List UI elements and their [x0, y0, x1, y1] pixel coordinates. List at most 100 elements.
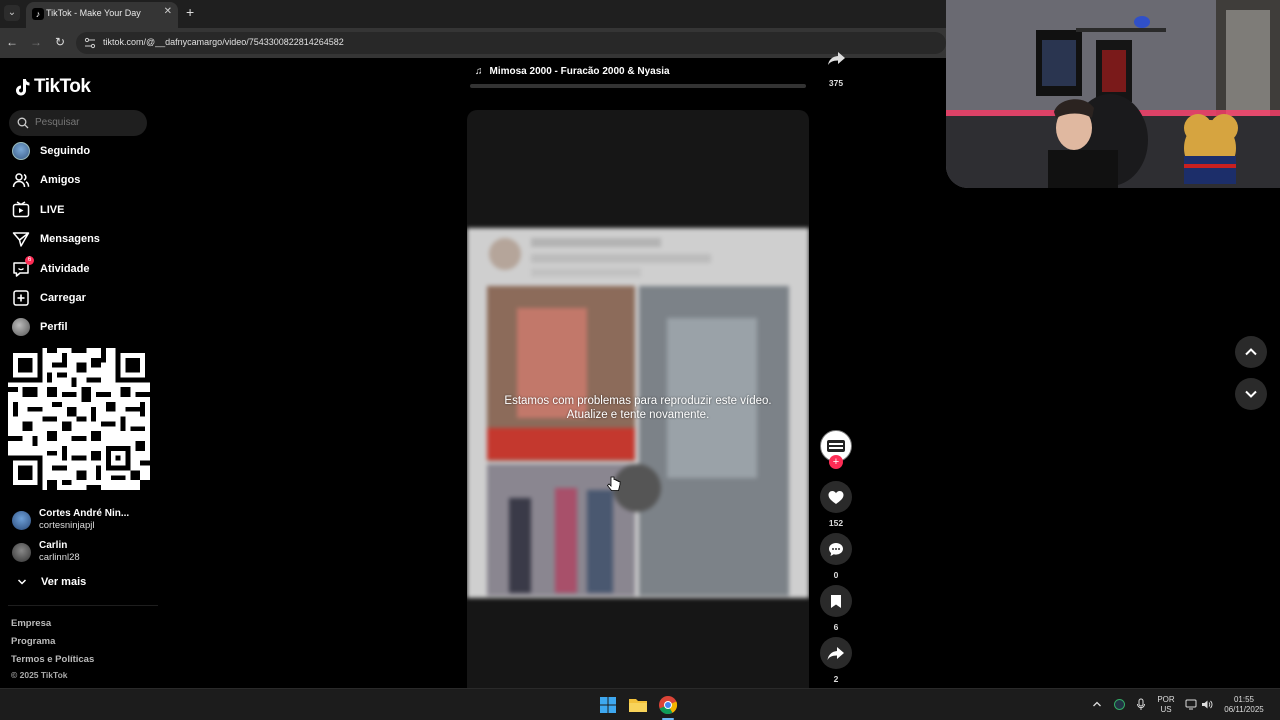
- windows-taskbar: POR US 01:55 06/11/2025: [0, 688, 1280, 720]
- profile-avatar-icon: [12, 318, 30, 336]
- tab-search-dropdown-icon[interactable]: ⌄: [4, 5, 20, 21]
- following-name: Carlin: [39, 540, 68, 551]
- comment-icon: [829, 542, 843, 556]
- search-icon: [17, 117, 29, 129]
- clock-date: 06/11/2025: [1224, 705, 1264, 714]
- bookmark-icon: [831, 594, 841, 608]
- upload-icon: [13, 290, 29, 306]
- keyboard-language-indicator[interactable]: POR US: [1153, 695, 1179, 715]
- nav-amigos[interactable]: Amigos: [12, 169, 80, 191]
- notification-badge: 6: [25, 256, 34, 265]
- following-account-item[interactable]: Carlin carlinnl28: [12, 540, 80, 564]
- creator-logo-icon: [827, 440, 845, 452]
- tiktok-logo-icon: [16, 79, 30, 96]
- chevron-down-icon: [17, 579, 27, 585]
- chevron-up-icon: [1245, 348, 1257, 356]
- nav-carregar[interactable]: Carregar: [12, 287, 86, 309]
- reload-button[interactable]: ↻: [52, 34, 68, 50]
- creator-avatar-button[interactable]: +: [820, 430, 852, 469]
- forward-button[interactable]: →: [28, 34, 44, 50]
- site-info-icon[interactable]: [84, 36, 96, 50]
- error-line-1: Estamos com problemas para reproduzir es…: [504, 395, 772, 407]
- nav-label: Carregar: [40, 292, 86, 304]
- logo-text: TikTok: [34, 76, 91, 97]
- clock-time: 01:55: [1233, 695, 1255, 704]
- footer-link-empresa[interactable]: Empresa: [11, 618, 51, 629]
- share-count: 375: [828, 78, 844, 88]
- see-more-button[interactable]: Ver mais: [17, 576, 86, 588]
- like-action[interactable]: 152: [820, 481, 852, 528]
- copyright: © 2025 TikTok: [11, 670, 68, 680]
- nav-label: Amigos: [40, 174, 81, 186]
- music-note-icon: ♫: [475, 66, 483, 77]
- share-icon: [828, 52, 845, 65]
- tiktok-favicon-icon: ♪: [32, 8, 44, 20]
- nav-label: Perfil: [40, 321, 68, 333]
- following-account-item[interactable]: Cortes André Nin... cortesninjapjl: [12, 508, 129, 532]
- share-icon: [827, 646, 844, 660]
- tray-overflow-chevron-icon[interactable]: [1092, 699, 1102, 709]
- messages-icon: [12, 232, 30, 247]
- browser-tab[interactable]: ♪ TikTok - Make Your Day ✕: [26, 2, 178, 28]
- url-text: tiktok.com/@__dafnycamargo/video/7543300…: [103, 37, 344, 47]
- save-button[interactable]: [820, 585, 852, 617]
- nav-perfil[interactable]: Perfil: [12, 316, 68, 338]
- microphone-icon[interactable]: [1136, 698, 1146, 711]
- previous-video-button[interactable]: [1235, 336, 1267, 368]
- like-button[interactable]: [820, 481, 852, 513]
- avatar: [12, 510, 31, 530]
- tray-app-icon[interactable]: [1114, 699, 1125, 710]
- error-line-2: Atualize e tente novamente.: [566, 409, 710, 421]
- tiktok-logo[interactable]: TikTok: [14, 76, 91, 98]
- previous-video-progress-bar[interactable]: [470, 84, 806, 88]
- previous-share-action[interactable]: 375: [820, 48, 852, 88]
- live-icon: [12, 201, 30, 218]
- nav-mensagens[interactable]: Mensagens: [12, 228, 100, 250]
- nav-live[interactable]: LIVE: [12, 199, 64, 221]
- chevron-down-icon: [1245, 390, 1257, 398]
- chrome-icon[interactable]: [658, 695, 678, 715]
- share-button[interactable]: [820, 637, 852, 669]
- share-action[interactable]: 2: [820, 637, 852, 684]
- network-icon[interactable]: [1185, 699, 1197, 710]
- nav-label: LIVE: [40, 204, 65, 216]
- back-button[interactable]: ←: [4, 34, 20, 50]
- nav-atividade[interactable]: 6 Atividade: [12, 256, 90, 280]
- search-input[interactable]: Pesquisar: [9, 110, 147, 136]
- language-code: POR: [1157, 695, 1175, 704]
- footer-link-termos[interactable]: Termos e Políticas: [11, 654, 94, 665]
- file-explorer-icon[interactable]: [628, 695, 648, 715]
- video-player[interactable]: Estamos com problemas para reproduzir es…: [467, 110, 809, 690]
- volume-icon[interactable]: [1201, 699, 1213, 710]
- avatar: [12, 542, 31, 562]
- activity-icon: 6: [12, 256, 34, 278]
- footer-link-programa[interactable]: Programa: [11, 636, 55, 647]
- friends-icon: [12, 173, 30, 188]
- sidebar-divider: [8, 605, 158, 606]
- save-action[interactable]: 6: [820, 585, 852, 632]
- search-placeholder: Pesquisar: [35, 117, 80, 128]
- webcam-overlay: [946, 0, 1280, 188]
- windows-start-icon[interactable]: [598, 695, 618, 715]
- like-count: 152: [828, 518, 844, 528]
- hand-cursor-icon: [607, 476, 621, 491]
- layout-code: US: [1160, 705, 1172, 714]
- next-video-button[interactable]: [1235, 378, 1267, 410]
- nav-seguindo[interactable]: Seguindo: [12, 140, 90, 162]
- nav-label: Atividade: [40, 263, 90, 275]
- following-name: Cortes André Nin...: [39, 508, 130, 519]
- comment-action[interactable]: 0: [820, 533, 852, 580]
- heart-icon: [828, 490, 844, 504]
- comment-button[interactable]: [820, 533, 852, 565]
- see-more-label: Ver mais: [41, 576, 87, 588]
- new-tab-button[interactable]: +: [186, 4, 194, 20]
- omnibox[interactable]: tiktok.com/@__dafnycamargo/video/7543300…: [76, 32, 946, 54]
- nav-label: Seguindo: [40, 145, 91, 157]
- following-avatar-icon: [12, 142, 30, 160]
- clock[interactable]: 01:55 06/11/2025: [1218, 695, 1270, 715]
- tab-close-icon[interactable]: ✕: [164, 6, 172, 17]
- follow-plus-button[interactable]: +: [829, 455, 843, 469]
- webcam-feed-image: [946, 0, 1280, 188]
- tiktok-sidebar: TikTok Pesquisar Seguindo Amigos LIVE Me…: [0, 58, 160, 688]
- previous-video-music[interactable]: ♫ Mimosa 2000 - Furacão 2000 & Nyasia: [475, 66, 670, 77]
